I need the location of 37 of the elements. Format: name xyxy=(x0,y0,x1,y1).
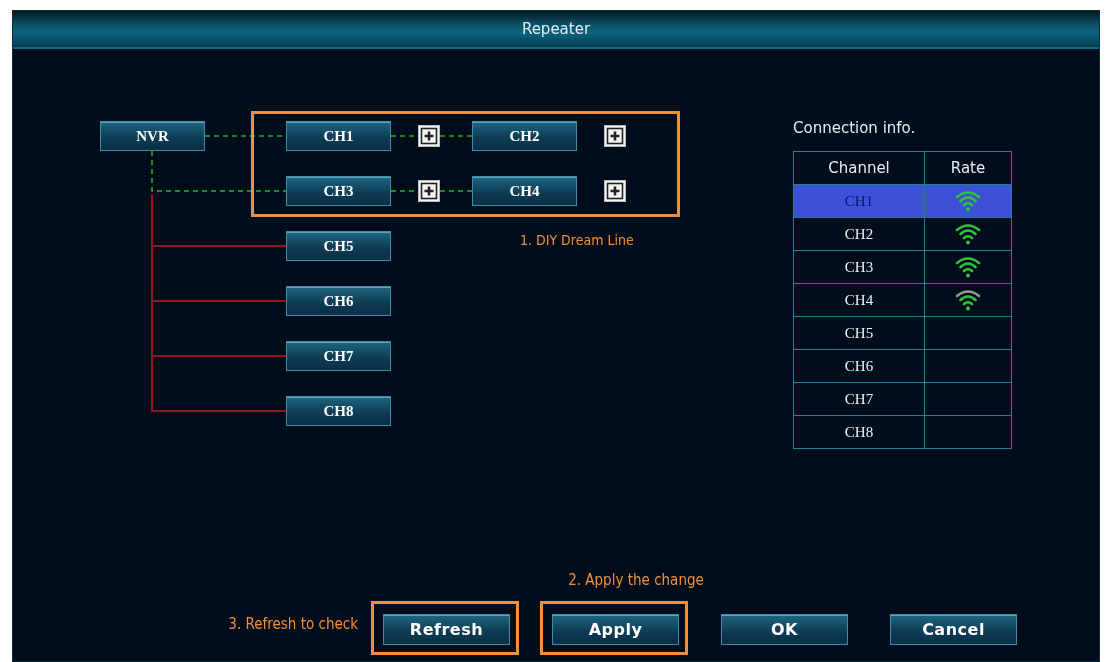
channel-cell[interactable]: CH5 xyxy=(793,316,925,350)
dialog-button[interactable]: OK xyxy=(721,614,848,645)
annotation-text: 2. Apply the change xyxy=(568,571,704,589)
channel-cell[interactable]: CH2 xyxy=(793,217,925,251)
channel-node[interactable]: CH3 xyxy=(286,176,391,206)
add-button[interactable] xyxy=(418,180,440,202)
wifi-signal-icon xyxy=(955,288,981,312)
annotation-text: 3. Refresh to check xyxy=(228,615,358,633)
channel-cell[interactable]: CH4 xyxy=(793,283,925,317)
annotation-text: 1. DIY Dream Line xyxy=(520,232,634,248)
channel-cell[interactable]: CH6 xyxy=(793,349,925,383)
channel-node[interactable]: NVR xyxy=(100,121,205,151)
dialog-button[interactable]: Apply xyxy=(552,614,679,645)
channel-node[interactable]: CH8 xyxy=(286,396,391,426)
channel-cell[interactable]: CH7 xyxy=(793,382,925,416)
wifi-signal-icon xyxy=(955,255,981,279)
dialog-button[interactable]: Refresh xyxy=(383,614,510,645)
column-header: Rate xyxy=(924,151,1012,185)
add-button[interactable] xyxy=(418,125,440,147)
add-button[interactable] xyxy=(604,125,626,147)
dashed-link xyxy=(439,190,473,192)
channel-cell[interactable]: CH8 xyxy=(793,415,925,449)
dialog-button[interactable]: Cancel xyxy=(890,614,1017,645)
window-title: Repeater xyxy=(13,11,1099,49)
column-header: Channel xyxy=(793,151,925,185)
channel-node[interactable]: CH6 xyxy=(286,286,391,316)
add-button[interactable] xyxy=(604,180,626,202)
channel-node[interactable]: CH5 xyxy=(286,231,391,261)
wifi-signal-icon xyxy=(955,189,981,213)
channel-node[interactable]: CH2 xyxy=(472,121,577,151)
dashed-link xyxy=(439,135,473,137)
channel-cell[interactable]: CH3 xyxy=(793,250,925,284)
wifi-signal-icon xyxy=(955,222,981,246)
section-title: Connection info. xyxy=(793,119,917,137)
channel-node[interactable]: CH1 xyxy=(286,121,391,151)
channel-node[interactable]: CH4 xyxy=(472,176,577,206)
channel-node[interactable]: CH7 xyxy=(286,341,391,371)
